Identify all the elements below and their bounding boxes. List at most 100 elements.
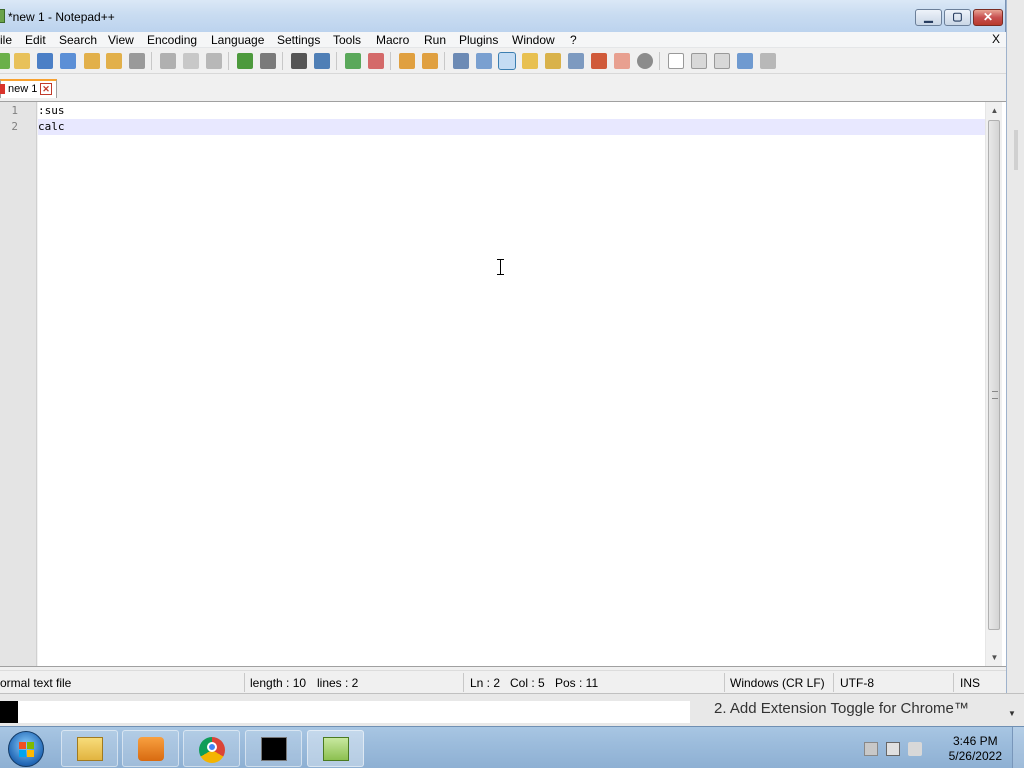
fold-margin bbox=[37, 102, 38, 666]
current-code-line[interactable]: calc bbox=[38, 119, 985, 135]
menu-macro[interactable]: Macro bbox=[376, 33, 409, 47]
scroll-down-icon[interactable]: ▼ bbox=[986, 649, 1003, 666]
sync-horizontal-icon[interactable] bbox=[422, 53, 438, 69]
menu-encoding[interactable]: Encoding bbox=[147, 33, 197, 47]
action-center-icon[interactable] bbox=[864, 742, 878, 756]
maximize-button[interactable]: ▢ bbox=[944, 9, 971, 26]
scroll-thumb[interactable] bbox=[988, 120, 1000, 630]
save-macro-icon[interactable] bbox=[760, 53, 776, 69]
tab-new-1[interactable]: new 1 ✕ bbox=[0, 79, 57, 98]
close-icon[interactable] bbox=[84, 53, 100, 69]
save-all-icon[interactable] bbox=[60, 53, 76, 69]
start-button[interactable] bbox=[8, 731, 44, 767]
code-line[interactable]: :sus bbox=[38, 103, 65, 119]
status-encoding[interactable]: UTF-8 bbox=[840, 676, 874, 690]
save-icon[interactable] bbox=[37, 53, 53, 69]
background-page-area bbox=[18, 701, 690, 723]
status-eol[interactable]: Windows (CR LF) bbox=[730, 676, 825, 690]
windows-logo-icon bbox=[19, 742, 35, 758]
command-prompt-icon bbox=[261, 737, 287, 761]
function-list-icon[interactable] bbox=[568, 53, 584, 69]
code-line-text: calc bbox=[38, 120, 65, 133]
text-cursor-icon bbox=[497, 259, 504, 275]
undo-icon[interactable] bbox=[237, 53, 253, 69]
find-icon[interactable] bbox=[291, 53, 307, 69]
close-all-icon[interactable] bbox=[106, 53, 122, 69]
menu-settings[interactable]: Settings bbox=[277, 33, 320, 47]
minimize-button[interactable]: ▁ bbox=[915, 9, 942, 26]
taskbar-notepad-plus-plus[interactable] bbox=[307, 730, 364, 767]
toolbar-separator bbox=[228, 52, 229, 70]
close-document-button[interactable]: X bbox=[992, 32, 1000, 46]
copy-icon[interactable] bbox=[183, 53, 199, 69]
taskbar-chrome[interactable] bbox=[183, 730, 240, 767]
status-separator bbox=[463, 673, 464, 692]
menu-edit[interactable]: Edit bbox=[25, 33, 46, 47]
close-button[interactable]: ✕ bbox=[973, 9, 1003, 26]
redo-icon[interactable] bbox=[260, 53, 276, 69]
menu-view[interactable]: View bbox=[108, 33, 134, 47]
notepad-plus-plus-icon[interactable] bbox=[0, 9, 5, 23]
taskbar-media-player[interactable] bbox=[122, 730, 179, 767]
window-title: *new 1 - Notepad++ bbox=[8, 10, 115, 24]
menu-search[interactable]: Search bbox=[59, 33, 97, 47]
scroll-down-icon[interactable]: ▼ bbox=[1008, 709, 1016, 718]
sync-vertical-icon[interactable] bbox=[399, 53, 415, 69]
zoom-out-icon[interactable] bbox=[368, 53, 384, 69]
menu-plugins[interactable]: Plugins bbox=[459, 33, 498, 47]
stop-macro-icon[interactable] bbox=[691, 53, 707, 69]
indent-guide-icon[interactable] bbox=[498, 52, 516, 70]
scroll-up-icon[interactable]: ▲ bbox=[986, 102, 1003, 119]
paste-icon[interactable] bbox=[206, 53, 222, 69]
editor[interactable]: 1 2 :sus calc ▲ ▼ bbox=[0, 101, 1006, 667]
maximize-icon: ▢ bbox=[952, 11, 963, 23]
menu-tools[interactable]: Tools bbox=[333, 33, 361, 47]
network-icon[interactable] bbox=[886, 742, 900, 756]
print-icon[interactable] bbox=[129, 53, 145, 69]
title-bar[interactable]: *new 1 - Notepad++ ▁ ▢ ✕ bbox=[0, 0, 1006, 32]
close-icon: ✕ bbox=[982, 10, 994, 24]
open-file-icon[interactable] bbox=[14, 53, 30, 69]
taskbar-file-explorer[interactable] bbox=[61, 730, 118, 767]
window-controls: ▁ ▢ ✕ bbox=[913, 9, 1003, 27]
volume-icon[interactable] bbox=[908, 742, 922, 756]
terminal-fragment bbox=[0, 701, 18, 723]
tab-close-icon[interactable]: ✕ bbox=[40, 83, 52, 95]
status-pos: Pos : 11 bbox=[555, 676, 599, 690]
menu-language[interactable]: Language bbox=[211, 33, 264, 47]
notepad-plus-plus-icon bbox=[323, 737, 349, 761]
show-desktop-button[interactable] bbox=[1012, 727, 1024, 768]
play-macro-icon[interactable] bbox=[714, 53, 730, 69]
vertical-scrollbar[interactable]: ▲ ▼ bbox=[985, 102, 1002, 666]
status-separator bbox=[953, 673, 954, 692]
show-all-chars-icon[interactable] bbox=[476, 53, 492, 69]
monitoring-icon[interactable] bbox=[614, 53, 630, 69]
status-separator bbox=[724, 673, 725, 692]
status-bar: ormal text file length : 10 lines : 2 Ln… bbox=[0, 670, 1006, 693]
run-macro-multiple-icon[interactable] bbox=[737, 53, 753, 69]
grip-icon bbox=[992, 391, 998, 399]
taskbar-command-prompt[interactable] bbox=[245, 730, 302, 767]
menu-file[interactable]: ile bbox=[0, 33, 12, 47]
record-macro-icon[interactable] bbox=[668, 53, 684, 69]
replace-icon[interactable] bbox=[314, 53, 330, 69]
word-wrap-icon[interactable] bbox=[453, 53, 469, 69]
folder-workspace-icon[interactable] bbox=[591, 53, 607, 69]
user-language-icon[interactable] bbox=[522, 53, 538, 69]
clock[interactable]: 3:46 PM 5/26/2022 bbox=[949, 734, 1002, 764]
menu-window[interactable]: Window bbox=[512, 33, 555, 47]
new-file-icon[interactable] bbox=[0, 53, 10, 69]
monitoring-icon[interactable] bbox=[637, 53, 653, 69]
zoom-in-icon[interactable] bbox=[345, 53, 361, 69]
status-length: length : 10 bbox=[250, 676, 307, 690]
toolbar-separator bbox=[390, 52, 391, 70]
menu-run[interactable]: Run bbox=[424, 33, 446, 47]
menu-bar: ile Edit Search View Encoding Language S… bbox=[0, 32, 1006, 48]
background-page: 2. Add Extension Toggle for Chrome™ ▼ bbox=[0, 693, 1024, 726]
cut-icon[interactable] bbox=[160, 53, 176, 69]
doc-map-icon[interactable] bbox=[545, 53, 561, 69]
menu-help[interactable]: ? bbox=[570, 33, 577, 47]
status-insert-mode[interactable]: INS bbox=[960, 676, 980, 690]
status-file-type: ormal text file bbox=[0, 676, 72, 690]
toolbar-separator bbox=[151, 52, 152, 70]
